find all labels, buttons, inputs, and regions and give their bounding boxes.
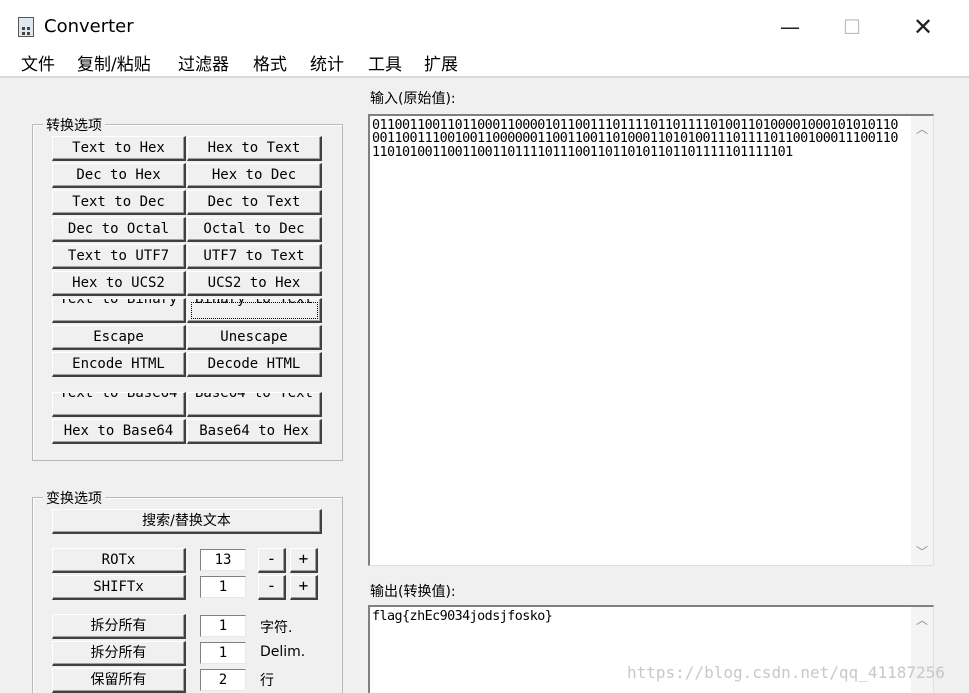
- menu-format[interactable]: 格式: [253, 50, 287, 75]
- hex-to-base64-button[interactable]: Hex to Base64: [52, 419, 186, 444]
- search-replace-button[interactable]: 搜索/替换文本: [52, 509, 322, 534]
- dec-to-text-button[interactable]: Dec to Text: [187, 190, 322, 215]
- escape-button[interactable]: Escape: [52, 325, 186, 350]
- base64-to-text-button[interactable]: Base64 to Text: [187, 392, 322, 417]
- menu-copy-paste[interactable]: 复制/粘贴: [77, 50, 151, 75]
- menu-extensions[interactable]: 扩展: [424, 50, 458, 75]
- shiftx-value-field[interactable]: 1: [200, 576, 246, 598]
- hex-to-dec-button[interactable]: Hex to Dec: [187, 163, 322, 188]
- scroll-up-icon[interactable]: ︿: [915, 613, 929, 627]
- input-text: 0110011001101100011000010110011101111011…: [372, 118, 898, 160]
- calculator-icon: [18, 17, 34, 37]
- menu-bar: 文件 复制/粘贴 过滤器 格式 统计 工具 扩展: [0, 48, 969, 76]
- dec-to-octal-button[interactable]: Dec to Octal: [52, 217, 186, 242]
- hex-to-text-button[interactable]: Hex to Text: [187, 136, 322, 161]
- keep-all-unit: 行: [260, 673, 274, 689]
- title-bar: Converter — ☐ ✕: [0, 0, 969, 48]
- input-textarea[interactable]: 0110011001101100011000010110011101111011…: [368, 114, 934, 566]
- octal-to-dec-button[interactable]: Octal to Dec: [187, 217, 322, 242]
- menu-file[interactable]: 文件: [21, 50, 55, 75]
- minimize-icon[interactable]: —: [767, 10, 813, 44]
- hex-to-ucs2-button[interactable]: Hex to UCS2: [52, 271, 186, 296]
- binary-to-text-button[interactable]: Binary to Text: [187, 298, 322, 323]
- menu-tools[interactable]: 工具: [368, 50, 402, 75]
- split-delim-button[interactable]: 拆分所有: [52, 641, 186, 666]
- rotx-decrement-button[interactable]: -: [258, 548, 286, 573]
- watermark-text: https://blog.csdn.net/qq_41187256: [627, 663, 945, 682]
- encode-html-button[interactable]: Encode HTML: [52, 352, 186, 377]
- dec-to-hex-button[interactable]: Dec to Hex: [52, 163, 186, 188]
- output-text: flag{zhEc9034jodsjfosko}: [372, 609, 553, 624]
- maximize-icon[interactable]: ☐: [829, 10, 875, 44]
- base64-to-hex-button[interactable]: Base64 to Hex: [187, 419, 322, 444]
- split-delim-unit: Delim.: [260, 644, 306, 660]
- rotx-value-field[interactable]: 13: [200, 549, 246, 571]
- base64-to-text-label: Base64 to Text: [194, 392, 313, 401]
- utf7-to-text-button[interactable]: UTF7 to Text: [187, 244, 322, 269]
- unescape-button[interactable]: Unescape: [187, 325, 322, 350]
- split-delim-field[interactable]: 1: [200, 642, 246, 664]
- text-to-binary-button[interactable]: Text to Binary: [52, 298, 186, 323]
- shiftx-increment-button[interactable]: +: [290, 575, 318, 600]
- split-chars-unit: 字符.: [260, 620, 293, 636]
- text-to-base64-label: Text to Base64: [59, 392, 178, 401]
- shiftx-button[interactable]: SHIFTx: [52, 575, 186, 600]
- text-to-dec-button[interactable]: Text to Dec: [52, 190, 186, 215]
- menu-filters[interactable]: 过滤器: [178, 50, 229, 75]
- split-chars-button[interactable]: 拆分所有: [52, 614, 186, 639]
- keep-all-field[interactable]: 2: [200, 669, 246, 691]
- rotx-increment-button[interactable]: +: [290, 548, 318, 573]
- keep-all-button[interactable]: 保留所有: [52, 668, 186, 693]
- window-title: Converter: [44, 16, 134, 37]
- output-label: 输出(转换值):: [370, 584, 456, 600]
- menu-divider: [0, 76, 969, 78]
- input-scrollbar[interactable]: ︿ ﹀: [911, 116, 933, 565]
- scroll-down-icon[interactable]: ﹀: [915, 545, 929, 559]
- input-label: 输入(原始值):: [370, 91, 456, 107]
- text-to-hex-button[interactable]: Text to Hex: [52, 136, 186, 161]
- menu-statistics[interactable]: 统计: [310, 50, 344, 75]
- text-to-utf7-button[interactable]: Text to UTF7: [52, 244, 186, 269]
- ucs2-to-hex-button[interactable]: UCS2 to Hex: [187, 271, 322, 296]
- text-to-binary-label: Text to Binary: [59, 298, 178, 307]
- rotx-button[interactable]: ROTx: [52, 548, 186, 573]
- scroll-up-icon[interactable]: ︿: [915, 122, 929, 136]
- binary-to-text-label: Binary to Text: [194, 298, 313, 307]
- shiftx-decrement-button[interactable]: -: [258, 575, 286, 600]
- close-icon[interactable]: ✕: [900, 10, 946, 44]
- split-chars-field[interactable]: 1: [200, 615, 246, 637]
- conversion-options-legend: 转换选项: [43, 115, 105, 135]
- transform-options-legend: 变换选项: [43, 488, 105, 508]
- decode-html-button[interactable]: Decode HTML: [187, 352, 322, 377]
- text-to-base64-button[interactable]: Text to Base64: [52, 392, 186, 417]
